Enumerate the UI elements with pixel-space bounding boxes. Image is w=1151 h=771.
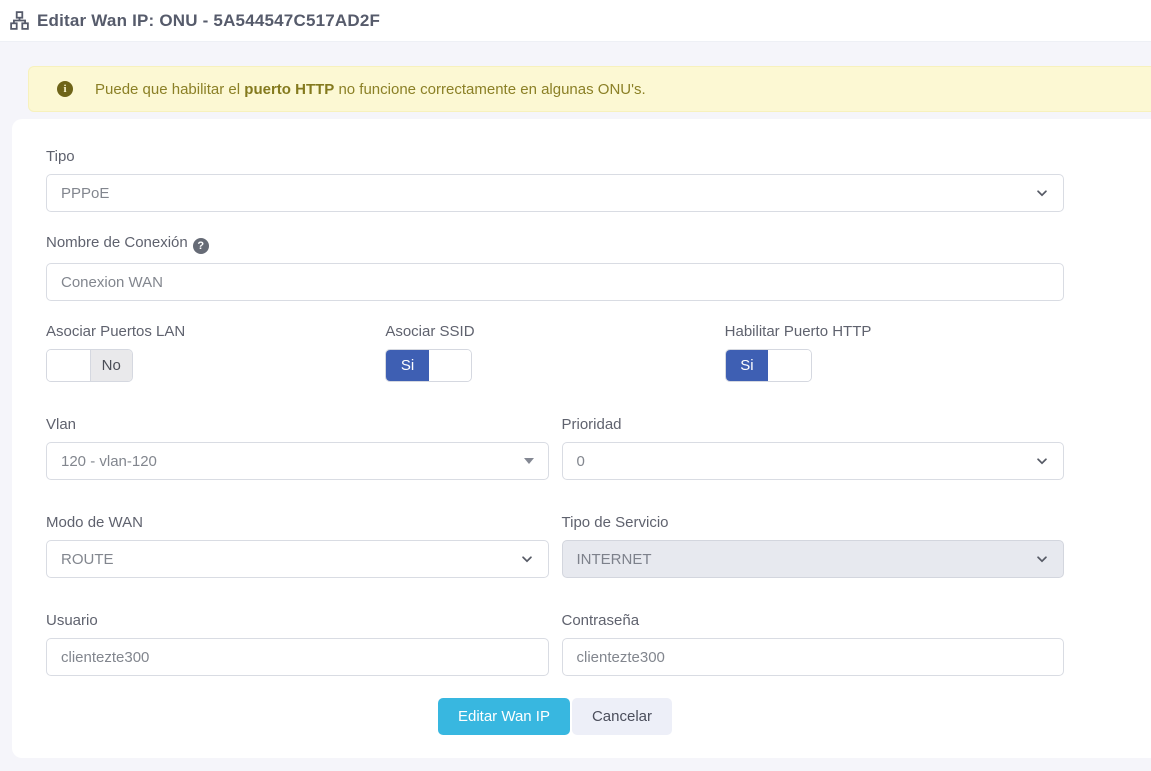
- form-actions: Editar Wan IP Cancelar: [46, 698, 1064, 735]
- warning-text: Puede que habilitar el puerto HTTP no fu…: [95, 81, 646, 98]
- warning-banner: i Puede que habilitar el puerto HTTP no …: [28, 66, 1151, 112]
- vlan-select-value: 120 - vlan-120: [61, 453, 157, 470]
- editar-wan-ip-button[interactable]: Editar Wan IP: [438, 698, 570, 735]
- usuario-input[interactable]: [46, 638, 549, 676]
- modo-wan-label: Modo de WAN: [46, 514, 549, 531]
- tipo-select-value: PPPoE: [61, 185, 109, 202]
- asociar-ssid-label: Asociar SSID: [385, 323, 724, 340]
- chevron-down-icon: [520, 552, 534, 566]
- page-header: Editar Wan IP: ONU - 5A544547C517AD2F: [0, 0, 1151, 42]
- prioridad-select[interactable]: 0: [562, 442, 1065, 480]
- contrasena-label: Contraseña: [562, 612, 1065, 629]
- info-icon: i: [57, 81, 73, 97]
- tipo-servicio-select: INTERNET: [562, 540, 1065, 578]
- tipo-servicio-label: Tipo de Servicio: [562, 514, 1065, 531]
- nombre-conexion-input[interactable]: [46, 263, 1064, 301]
- edit-wan-form-card: Tipo PPPoE Nombre de Conexión? Asociar P…: [12, 119, 1151, 758]
- modo-wan-select[interactable]: ROUTE: [46, 540, 549, 578]
- vlan-select[interactable]: 120 - vlan-120: [46, 442, 549, 480]
- chevron-down-icon: [1035, 454, 1049, 468]
- modo-wan-select-value: ROUTE: [61, 551, 114, 568]
- caret-down-icon: [524, 458, 534, 464]
- sitemap-icon: [10, 11, 29, 30]
- tipo-select[interactable]: PPPoE: [46, 174, 1064, 212]
- toggle-state-label: No: [90, 350, 133, 381]
- contrasena-input[interactable]: [562, 638, 1065, 676]
- vlan-label: Vlan: [46, 416, 549, 433]
- prioridad-select-value: 0: [577, 453, 585, 470]
- toggle-knob: [47, 350, 90, 381]
- habilitar-puerto-http-label: Habilitar Puerto HTTP: [725, 323, 1064, 340]
- asociar-puertos-lan-toggle[interactable]: No: [46, 349, 133, 382]
- chevron-down-icon: [1035, 552, 1049, 566]
- nombre-conexion-label: Nombre de Conexión?: [46, 234, 1064, 254]
- page-title: Editar Wan IP: ONU - 5A544547C517AD2F: [37, 11, 380, 31]
- habilitar-puerto-http-toggle[interactable]: Si: [725, 349, 812, 382]
- help-icon[interactable]: ?: [193, 238, 209, 254]
- asociar-puertos-lan-label: Asociar Puertos LAN: [46, 323, 385, 340]
- toggle-state-label: Si: [386, 350, 429, 381]
- toggle-knob: [429, 350, 472, 381]
- asociar-ssid-toggle[interactable]: Si: [385, 349, 472, 382]
- tipo-label: Tipo: [46, 148, 1064, 165]
- chevron-down-icon: [1035, 186, 1049, 200]
- cancelar-button[interactable]: Cancelar: [572, 698, 672, 735]
- toggle-knob: [768, 350, 811, 381]
- usuario-label: Usuario: [46, 612, 549, 629]
- tipo-servicio-select-value: INTERNET: [577, 551, 652, 568]
- toggle-state-label: Si: [726, 350, 769, 381]
- prioridad-label: Prioridad: [562, 416, 1065, 433]
